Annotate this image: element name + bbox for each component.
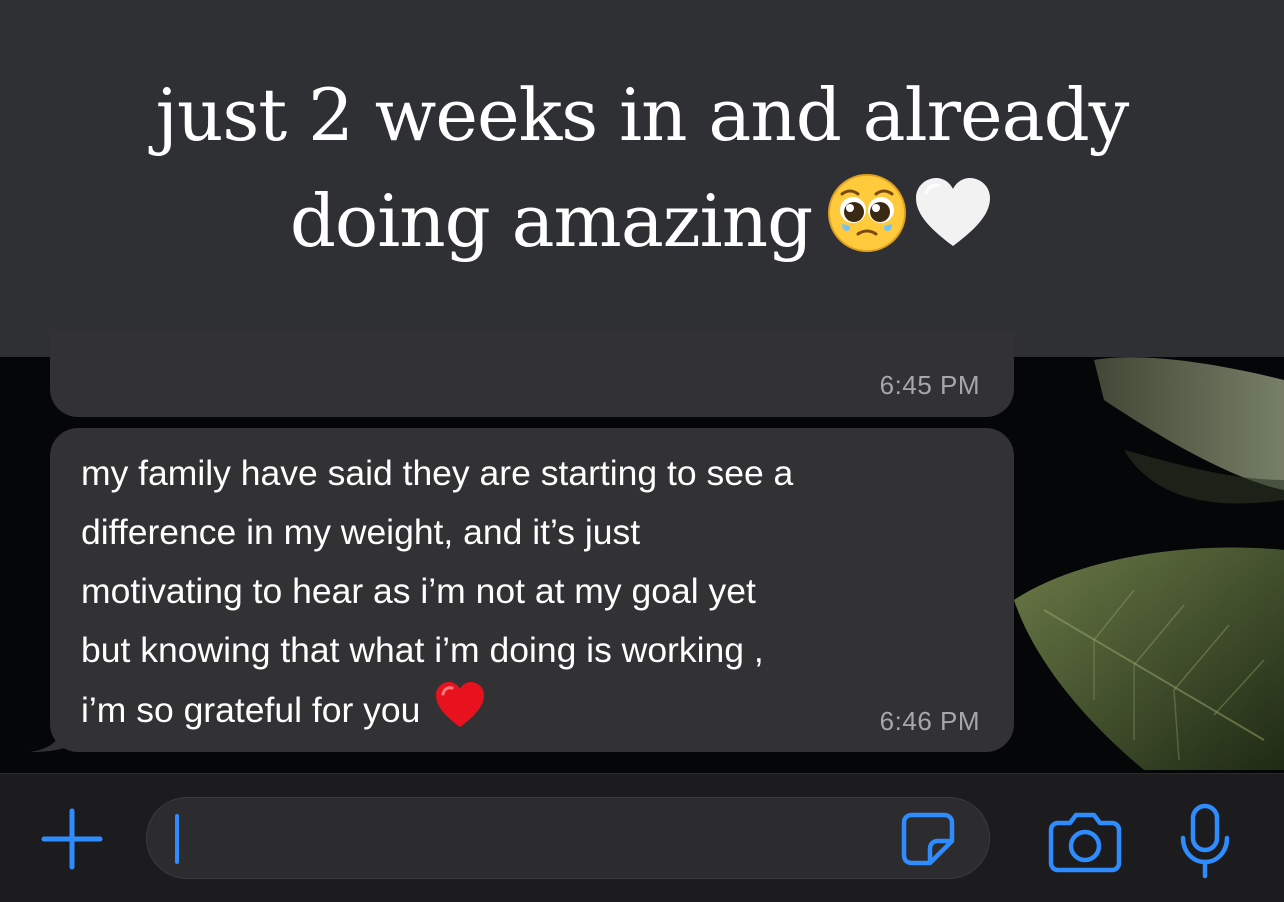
microphone-icon[interactable] [1178, 802, 1232, 880]
message-bubble-latest[interactable]: my family have said they are starting to… [50, 428, 1014, 752]
pleading-face-emoji [826, 172, 908, 282]
caption-line-1: just 2 weeks in and already [155, 73, 1130, 157]
sticker-icon[interactable] [898, 809, 958, 869]
red-heart-emoji [434, 680, 486, 748]
message-timestamp: 6:45 PM [879, 370, 980, 400]
caption-line-2: doing amazing [289, 179, 813, 263]
text-cursor [175, 814, 179, 864]
white-heart-emoji [912, 172, 994, 282]
camera-icon[interactable] [1048, 809, 1122, 873]
message-bubble-previous[interactable]: 6:45 PM [50, 330, 1014, 417]
message-composer [0, 773, 1284, 902]
plus-icon[interactable] [38, 805, 106, 873]
message-input[interactable] [146, 797, 990, 879]
message-text: my family have said they are starting to… [81, 444, 981, 748]
chat-screen: just 2 weeks in and already doing amazin… [0, 0, 1284, 902]
message-timestamp: 6:46 PM [879, 706, 980, 736]
caption-text: just 2 weeks in and already doing amazin… [92, 62, 1192, 282]
story-caption: just 2 weeks in and already doing amazin… [0, 0, 1284, 357]
wallpaper-leaves [1014, 357, 1284, 770]
